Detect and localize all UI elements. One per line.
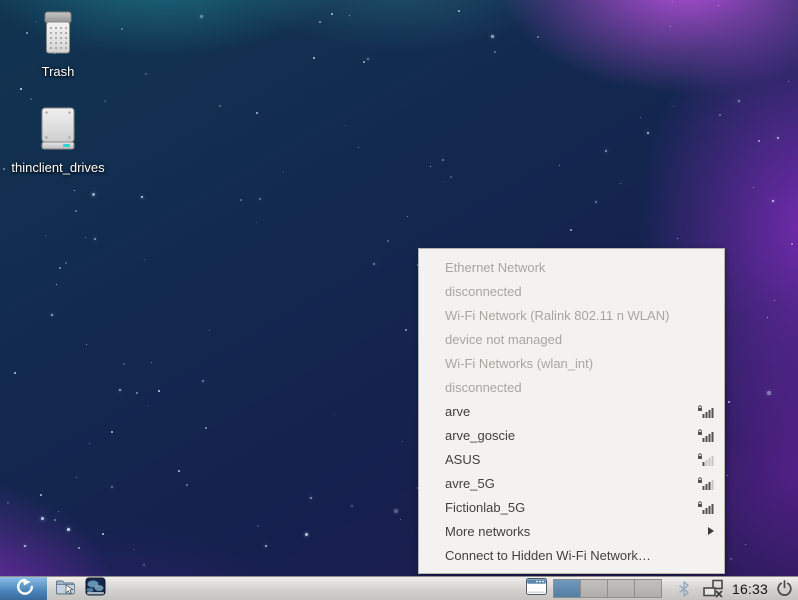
network-menu-item[interactable]: ASUS	[419, 447, 724, 471]
file-manager-launcher[interactable]	[53, 577, 77, 600]
network-menu-item-label: disconnected	[445, 284, 714, 299]
power-button[interactable]	[776, 580, 793, 597]
bluetooth-icon[interactable]	[678, 581, 690, 597]
network-manager-menu: Ethernet Network disconnected Wi-Fi Networ…	[418, 248, 725, 574]
lubuntu-logo-icon	[11, 577, 37, 600]
network-menu-item-label: More networks	[445, 524, 700, 539]
workspace-1[interactable]	[554, 580, 581, 597]
network-menu-item: disconnected	[419, 375, 724, 399]
taskbar: 16:33	[0, 576, 798, 600]
wifi-signal-lock-icon	[697, 452, 714, 467]
network-disconnected-icon[interactable]	[702, 579, 726, 598]
network-menu-item: device not managed	[419, 327, 724, 351]
network-menu-item[interactable]: More networks	[419, 519, 724, 543]
desktop-icon-label: Trash	[42, 64, 75, 79]
network-menu-item[interactable]: arve	[419, 399, 724, 423]
network-menu-item-label: avre_5G	[445, 476, 689, 491]
workspace-2[interactable]	[581, 580, 608, 597]
screen-globe-icon	[85, 577, 106, 600]
network-menu-item: Wi-Fi Network (Ralink 802.11 n WLAN)	[419, 303, 724, 327]
network-menu-item: Wi-Fi Networks (wlan_int)	[419, 351, 724, 375]
workspace-4[interactable]	[635, 580, 661, 597]
network-menu-item-label: Connect to Hidden Wi-Fi Network…	[445, 548, 714, 563]
folder-with-cursor-icon	[55, 577, 76, 600]
desktop-icon-label: thinclient_drives	[11, 160, 104, 175]
network-menu-item-label: Wi-Fi Networks (wlan_int)	[445, 356, 714, 371]
wifi-signal-lock-icon	[697, 476, 714, 491]
window-list-button[interactable]	[524, 577, 549, 600]
workspace-3[interactable]	[608, 580, 635, 597]
wifi-signal-lock-icon	[697, 404, 714, 419]
drive-icon	[6, 106, 110, 157]
network-menu-item-label: arve_goscie	[445, 428, 689, 443]
network-menu-item-label: Ethernet Network	[445, 260, 714, 275]
submenu-arrow-icon	[708, 527, 714, 535]
network-menu-item[interactable]: avre_5G	[419, 471, 724, 495]
network-menu-item-label: Fictionlab_5G	[445, 500, 689, 515]
applications-menu-button[interactable]	[0, 577, 47, 600]
system-tray: 16:33	[678, 579, 798, 598]
workspace-pager	[553, 579, 662, 598]
network-menu-item[interactable]: Connect to Hidden Wi-Fi Network…	[419, 543, 724, 567]
network-menu-item-label: device not managed	[445, 332, 714, 347]
network-menu-item: Ethernet Network	[419, 255, 724, 279]
desktop-screen: Trash thinclient_drives	[0, 0, 798, 600]
clock[interactable]: 16:33	[732, 581, 768, 597]
wifi-signal-lock-icon	[697, 500, 714, 515]
network-menu-item-label: disconnected	[445, 380, 714, 395]
network-menu-item-label: arve	[445, 404, 689, 419]
network-menu-item-label: ASUS	[445, 452, 689, 467]
network-menu-item[interactable]: arve_goscie	[419, 423, 724, 447]
network-menu-item-label: Wi-Fi Network (Ralink 802.11 n WLAN)	[445, 308, 714, 323]
desktop-icon-trash[interactable]: Trash	[6, 10, 110, 81]
window-icon	[525, 577, 548, 600]
network-menu-item[interactable]: Fictionlab_5G	[419, 495, 724, 519]
wifi-signal-lock-icon	[697, 428, 714, 443]
screen-app-launcher[interactable]	[83, 577, 107, 600]
trash-icon	[6, 10, 110, 61]
network-menu-item: disconnected	[419, 279, 724, 303]
desktop-icon-thinclient-drives[interactable]: thinclient_drives	[6, 106, 110, 177]
